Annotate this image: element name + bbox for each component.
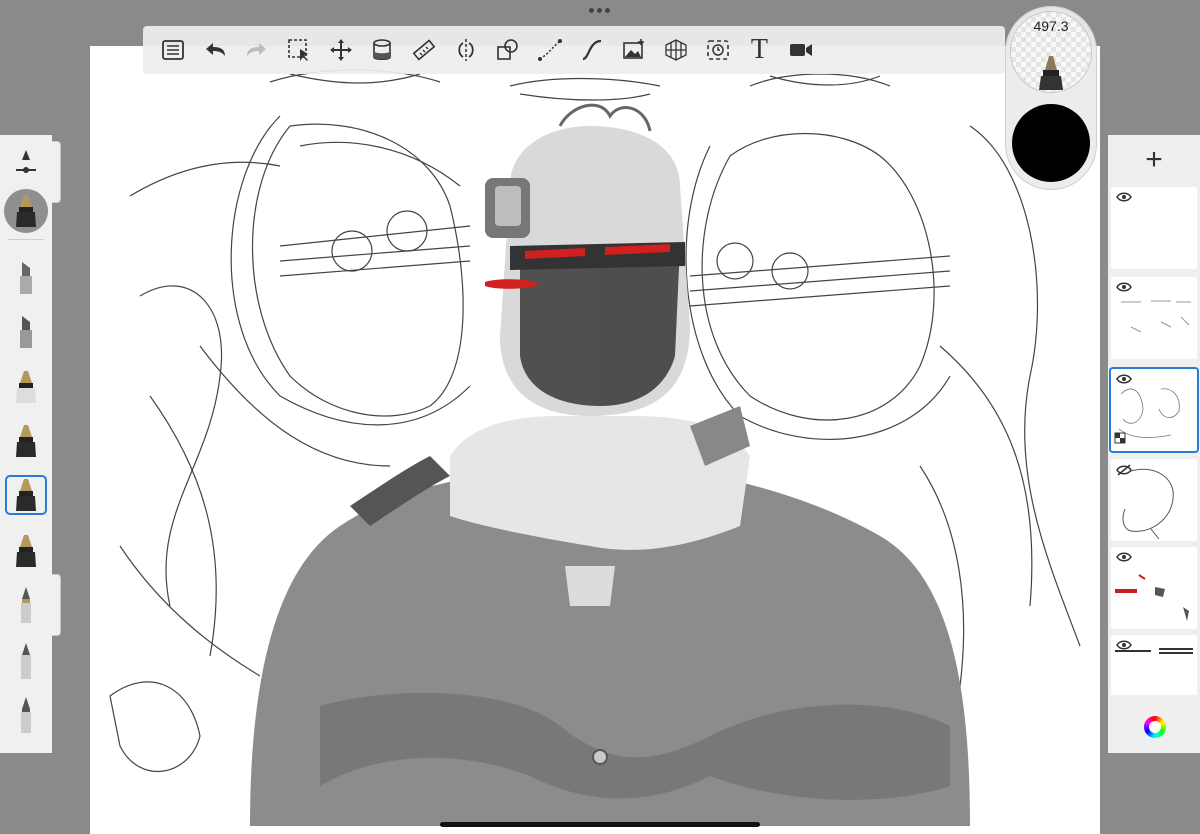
marker-icon[interactable] (5, 311, 47, 351)
list-icon[interactable] (153, 30, 193, 70)
multitasking-dots[interactable] (589, 8, 610, 13)
perspective-grid-icon[interactable] (656, 30, 696, 70)
color-puck[interactable] (1012, 104, 1090, 182)
main-toolbar: T (143, 26, 1005, 74)
undo-icon[interactable] (195, 30, 235, 70)
text-tool-label: T (750, 34, 769, 65)
layer-preview (1114, 388, 1180, 444)
layers-panel: + (1108, 135, 1200, 753)
symmetry-icon[interactable] (446, 30, 486, 70)
eye-icon[interactable] (1116, 192, 1132, 202)
ink-pen-icon[interactable] (5, 475, 47, 515)
text-icon[interactable]: T (739, 30, 779, 70)
artwork (109, 69, 1081, 826)
layer-preview (1115, 574, 1189, 621)
marker-icon[interactable] (5, 257, 47, 297)
layer-thumbnail[interactable] (1111, 369, 1197, 451)
curve-icon[interactable] (572, 30, 612, 70)
pencil-icon[interactable] (5, 641, 47, 681)
brush-puck-panel: 497.3 (1005, 6, 1097, 190)
brush-library (0, 135, 52, 753)
brush-panel-handle[interactable] (52, 141, 61, 203)
ink-pen-icon (1039, 56, 1063, 90)
brush-size-value: 497.3 (1033, 18, 1069, 34)
current-brush-icon[interactable] (4, 189, 48, 233)
layer-thumbnail[interactable] (1111, 635, 1197, 695)
ink-pen-icon[interactable] (5, 421, 47, 461)
steady-stroke-icon[interactable] (530, 30, 570, 70)
layer-preview (1121, 300, 1191, 333)
brush-settings-icon[interactable] (5, 143, 47, 183)
layer-thumbnail[interactable] (1111, 547, 1197, 629)
video-icon[interactable] (781, 30, 821, 70)
image-icon[interactable] (614, 30, 654, 70)
canvas-rotate-handle[interactable] (592, 749, 608, 765)
ink-pen-icon[interactable] (5, 531, 47, 571)
paint-bucket-icon[interactable] (362, 30, 402, 70)
layer-thumbnail[interactable] (1111, 459, 1197, 541)
selection-icon[interactable] (279, 30, 319, 70)
redo-icon[interactable] (237, 30, 277, 70)
ink-pen-icon[interactable] (5, 367, 47, 407)
color-wheel-icon[interactable] (1144, 716, 1166, 738)
layer-thumbnail[interactable] (1111, 187, 1197, 269)
shapes-icon[interactable] (488, 30, 528, 70)
layer-thumbnail[interactable] (1111, 277, 1197, 359)
drawing-canvas[interactable] (90, 46, 1100, 834)
layer-preview (1115, 648, 1193, 654)
add-layer-button[interactable]: + (1108, 135, 1200, 185)
ruler-icon[interactable] (404, 30, 444, 70)
timelapse-icon[interactable] (698, 30, 738, 70)
home-indicator[interactable] (440, 822, 760, 827)
pencil-icon[interactable] (5, 585, 47, 625)
layer-preview (1122, 468, 1174, 540)
brush-panel-handle-lower[interactable] (52, 574, 61, 636)
pencil-icon[interactable] (5, 695, 47, 735)
move-icon[interactable] (321, 30, 361, 70)
